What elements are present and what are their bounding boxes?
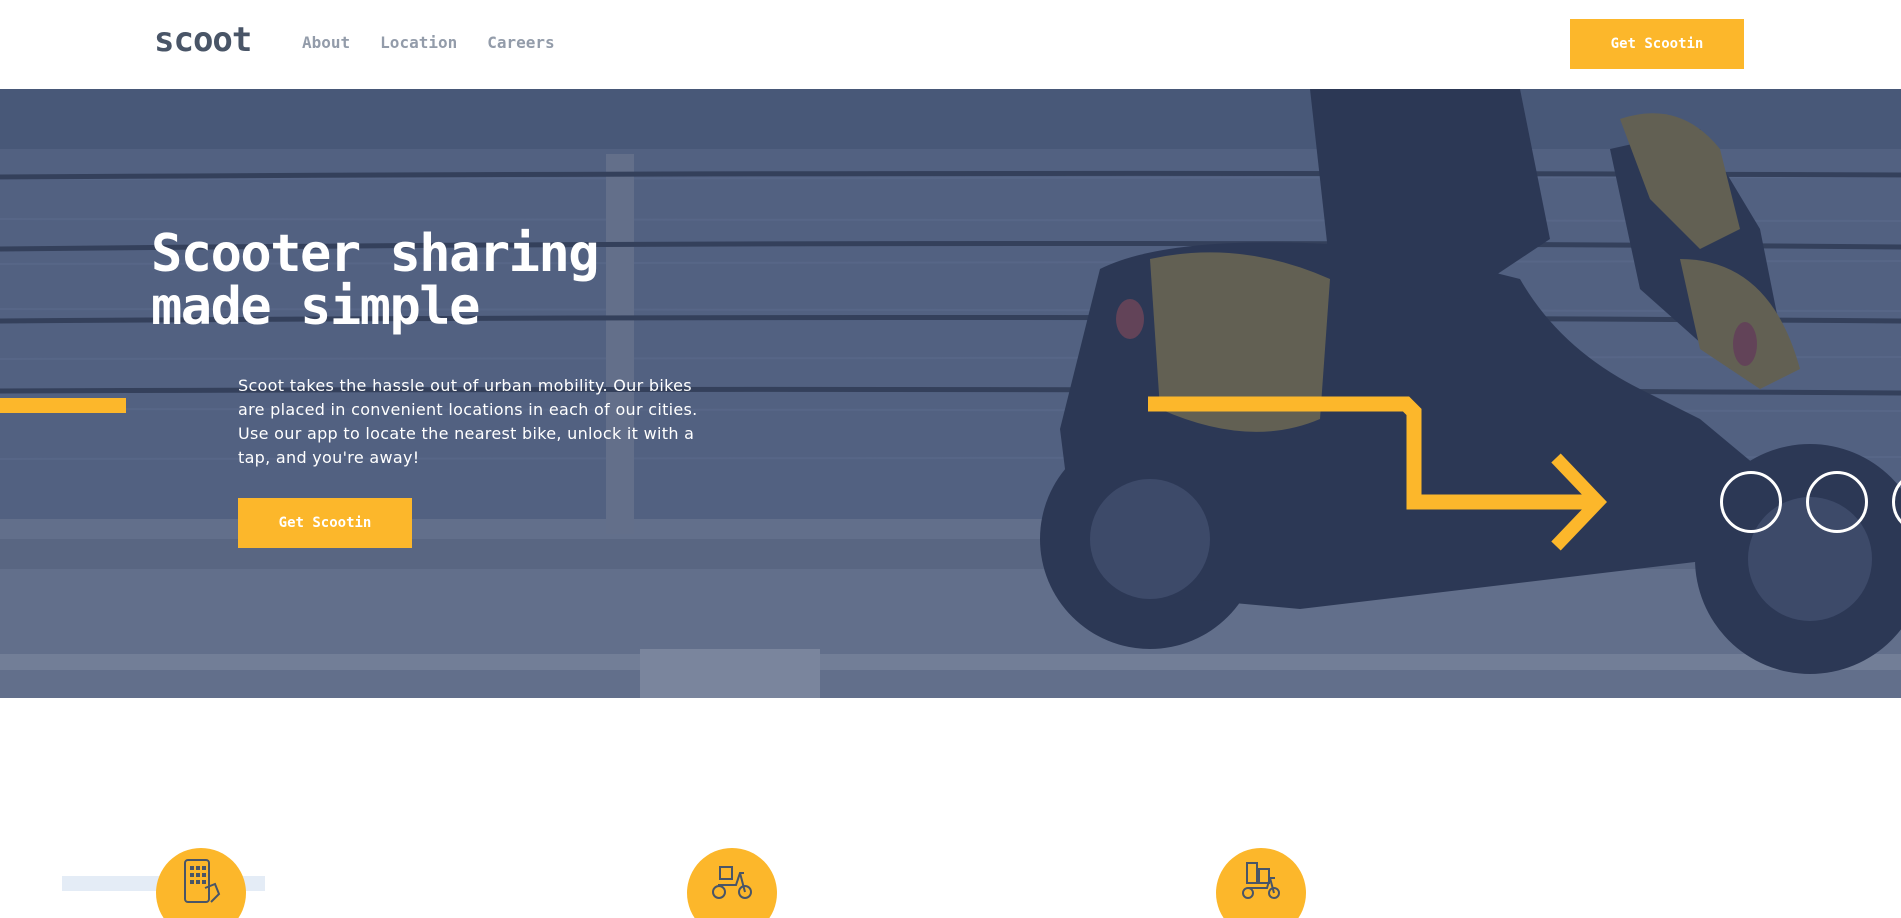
main-nav: About Location Careers xyxy=(302,33,555,52)
phone-app-icon xyxy=(184,859,221,903)
logo[interactable]: scoot xyxy=(154,20,252,60)
feature-icon-circle xyxy=(1216,848,1306,918)
hero-title: Scooter sharing made simple xyxy=(151,228,751,334)
hero-section: Scooter sharing made simple Scoot takes … xyxy=(0,89,1901,698)
hero-title-line-1: Scooter sharing xyxy=(151,224,600,284)
hero-get-scootin-button[interactable]: Get Scootin xyxy=(238,498,412,548)
arrow-decoration-icon xyxy=(1148,396,1607,551)
ring-decoration xyxy=(1720,471,1782,533)
hero-title-line-2: made simple xyxy=(151,277,480,337)
feature-icon-circle xyxy=(156,848,246,918)
feature-icon-circle xyxy=(687,848,777,918)
scooter-icon xyxy=(712,866,752,899)
nav-link-about[interactable]: About xyxy=(302,33,350,52)
nav-link-location[interactable]: Location xyxy=(380,33,457,52)
hero-description: Scoot takes the hassle out of urban mobi… xyxy=(238,376,698,467)
features-section xyxy=(0,698,1901,918)
header-get-scootin-button[interactable]: Get Scootin xyxy=(1570,19,1744,69)
accent-bar-decoration xyxy=(0,398,126,413)
city-scooter-icon xyxy=(1242,862,1280,899)
nav-link-careers[interactable]: Careers xyxy=(487,33,554,52)
site-header: scoot About Location Careers Get Scootin xyxy=(0,0,1901,89)
ring-decoration xyxy=(1806,471,1868,533)
